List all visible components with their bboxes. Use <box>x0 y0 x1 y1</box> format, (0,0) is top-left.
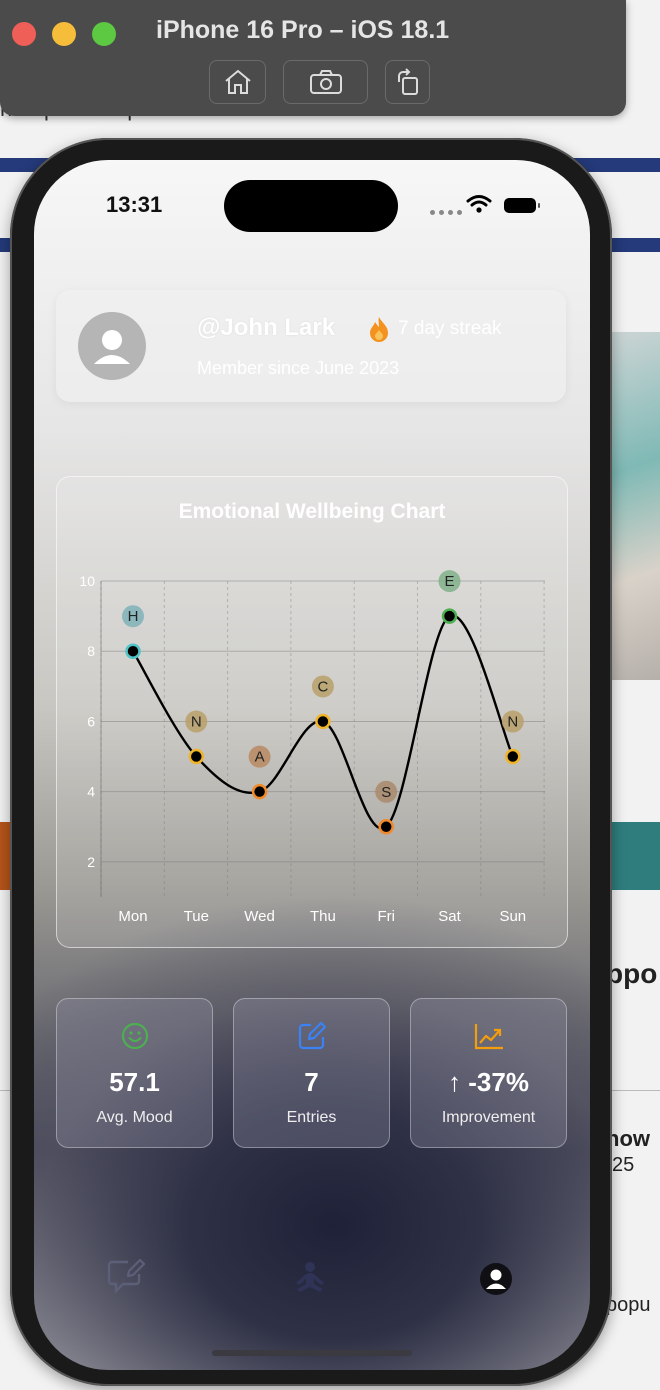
y-tick-label: 4 <box>87 784 95 800</box>
simulator-title: iPhone 16 Pro – iOS 18.1 <box>156 16 450 44</box>
point-label: N <box>191 714 202 731</box>
member-since: Member since June 2023 <box>197 358 400 378</box>
profile-card: @John Lark 7 day streak Member since Jun… <box>56 290 566 402</box>
point-label: C <box>317 678 328 695</box>
home-button[interactable] <box>209 60 266 104</box>
y-tick-label: 8 <box>87 643 95 659</box>
flame-icon <box>370 317 388 342</box>
y-tick-label: 10 <box>79 573 95 589</box>
point-label: S <box>381 784 391 801</box>
screenshot-icon <box>309 70 342 94</box>
stat-value: 7 <box>304 1067 319 1097</box>
data-point <box>251 783 268 800</box>
background-text: ppo <box>606 958 658 989</box>
data-point <box>125 643 141 659</box>
data-point <box>505 748 521 765</box>
tab-chat[interactable] <box>106 1256 146 1299</box>
screenshot-button[interactable] <box>283 60 368 104</box>
background-text: popu <box>606 1294 651 1316</box>
data-point <box>188 748 205 765</box>
signal-dots-icon <box>430 210 462 215</box>
close-window-button[interactable] <box>12 22 36 46</box>
x-tick-label: Tue <box>184 908 209 925</box>
person-icon <box>94 330 130 364</box>
data-point <box>378 819 394 835</box>
streak-text: 7 day streak <box>398 318 502 339</box>
dynamic-island <box>224 180 398 232</box>
home-indicator <box>212 1350 412 1356</box>
edit-icon <box>298 1021 326 1050</box>
point-label: A <box>255 749 265 766</box>
x-tick-label: Thu <box>310 908 336 925</box>
simulator-titlebar: iPhone 16 Pro – iOS 18.1 <box>0 0 626 116</box>
point-label: N <box>507 714 518 731</box>
stat-value: ↑ -37% <box>448 1067 529 1097</box>
background-text: 25 <box>612 1154 635 1176</box>
rotate-button[interactable] <box>385 60 430 104</box>
stat-label: Avg. Mood <box>96 1109 173 1126</box>
point-label: H <box>128 608 139 625</box>
streak-badge: 7 day streak <box>368 316 502 342</box>
x-tick-label: Sat <box>438 908 461 925</box>
smile-icon <box>121 1022 148 1050</box>
stat-card-entries[interactable]: 7 Entries <box>233 998 390 1148</box>
x-tick-label: Sun <box>499 908 526 925</box>
home-icon <box>224 69 251 94</box>
data-point <box>441 608 458 624</box>
chat-icon <box>107 1258 146 1294</box>
rotate-icon <box>397 68 418 95</box>
phone-screen: 13:31 @John Lark 7 day streak Member sin… <box>34 160 590 1370</box>
tab-profile[interactable] <box>479 1262 513 1301</box>
point-label: E <box>444 573 454 590</box>
stat-value: 57.1 <box>109 1067 160 1097</box>
trend-up-icon <box>474 1024 503 1050</box>
stat-card-avg-mood[interactable]: 57.1 Avg. Mood <box>56 998 213 1148</box>
wifi-icon <box>466 195 492 213</box>
x-tick-label: Wed <box>244 908 275 925</box>
zoom-window-button[interactable] <box>92 22 116 46</box>
wellbeing-chart-card: Emotional Wellbeing Chart 2 4 6 8 10 H Mon N Tue… <box>56 476 568 948</box>
background-text: how <box>606 1126 650 1151</box>
x-tick-label: Fri <box>377 908 395 925</box>
y-tick-label: 2 <box>87 854 95 870</box>
x-tick-label: Mon <box>118 908 147 925</box>
battery-icon <box>504 198 540 213</box>
stat-label: Improvement <box>441 1109 536 1126</box>
username: @John Lark <box>197 314 336 341</box>
minimize-window-button[interactable] <box>52 22 76 46</box>
tab-meditation[interactable] <box>292 1260 328 1299</box>
data-point <box>315 713 331 730</box>
y-tick-label: 6 <box>87 713 95 729</box>
stat-label: Entries <box>286 1109 337 1126</box>
wellbeing-chart: 2 4 6 8 10 H Mon N Tue A Wed C Thu S Fri E Sat N Sun <box>79 570 545 925</box>
avatar[interactable] <box>78 312 146 380</box>
status-time: 13:31 <box>106 192 163 217</box>
profile-icon <box>480 1263 512 1295</box>
meditation-icon <box>296 1262 324 1292</box>
stat-card-improvement[interactable]: ↑ -37% Improvement <box>410 998 567 1148</box>
